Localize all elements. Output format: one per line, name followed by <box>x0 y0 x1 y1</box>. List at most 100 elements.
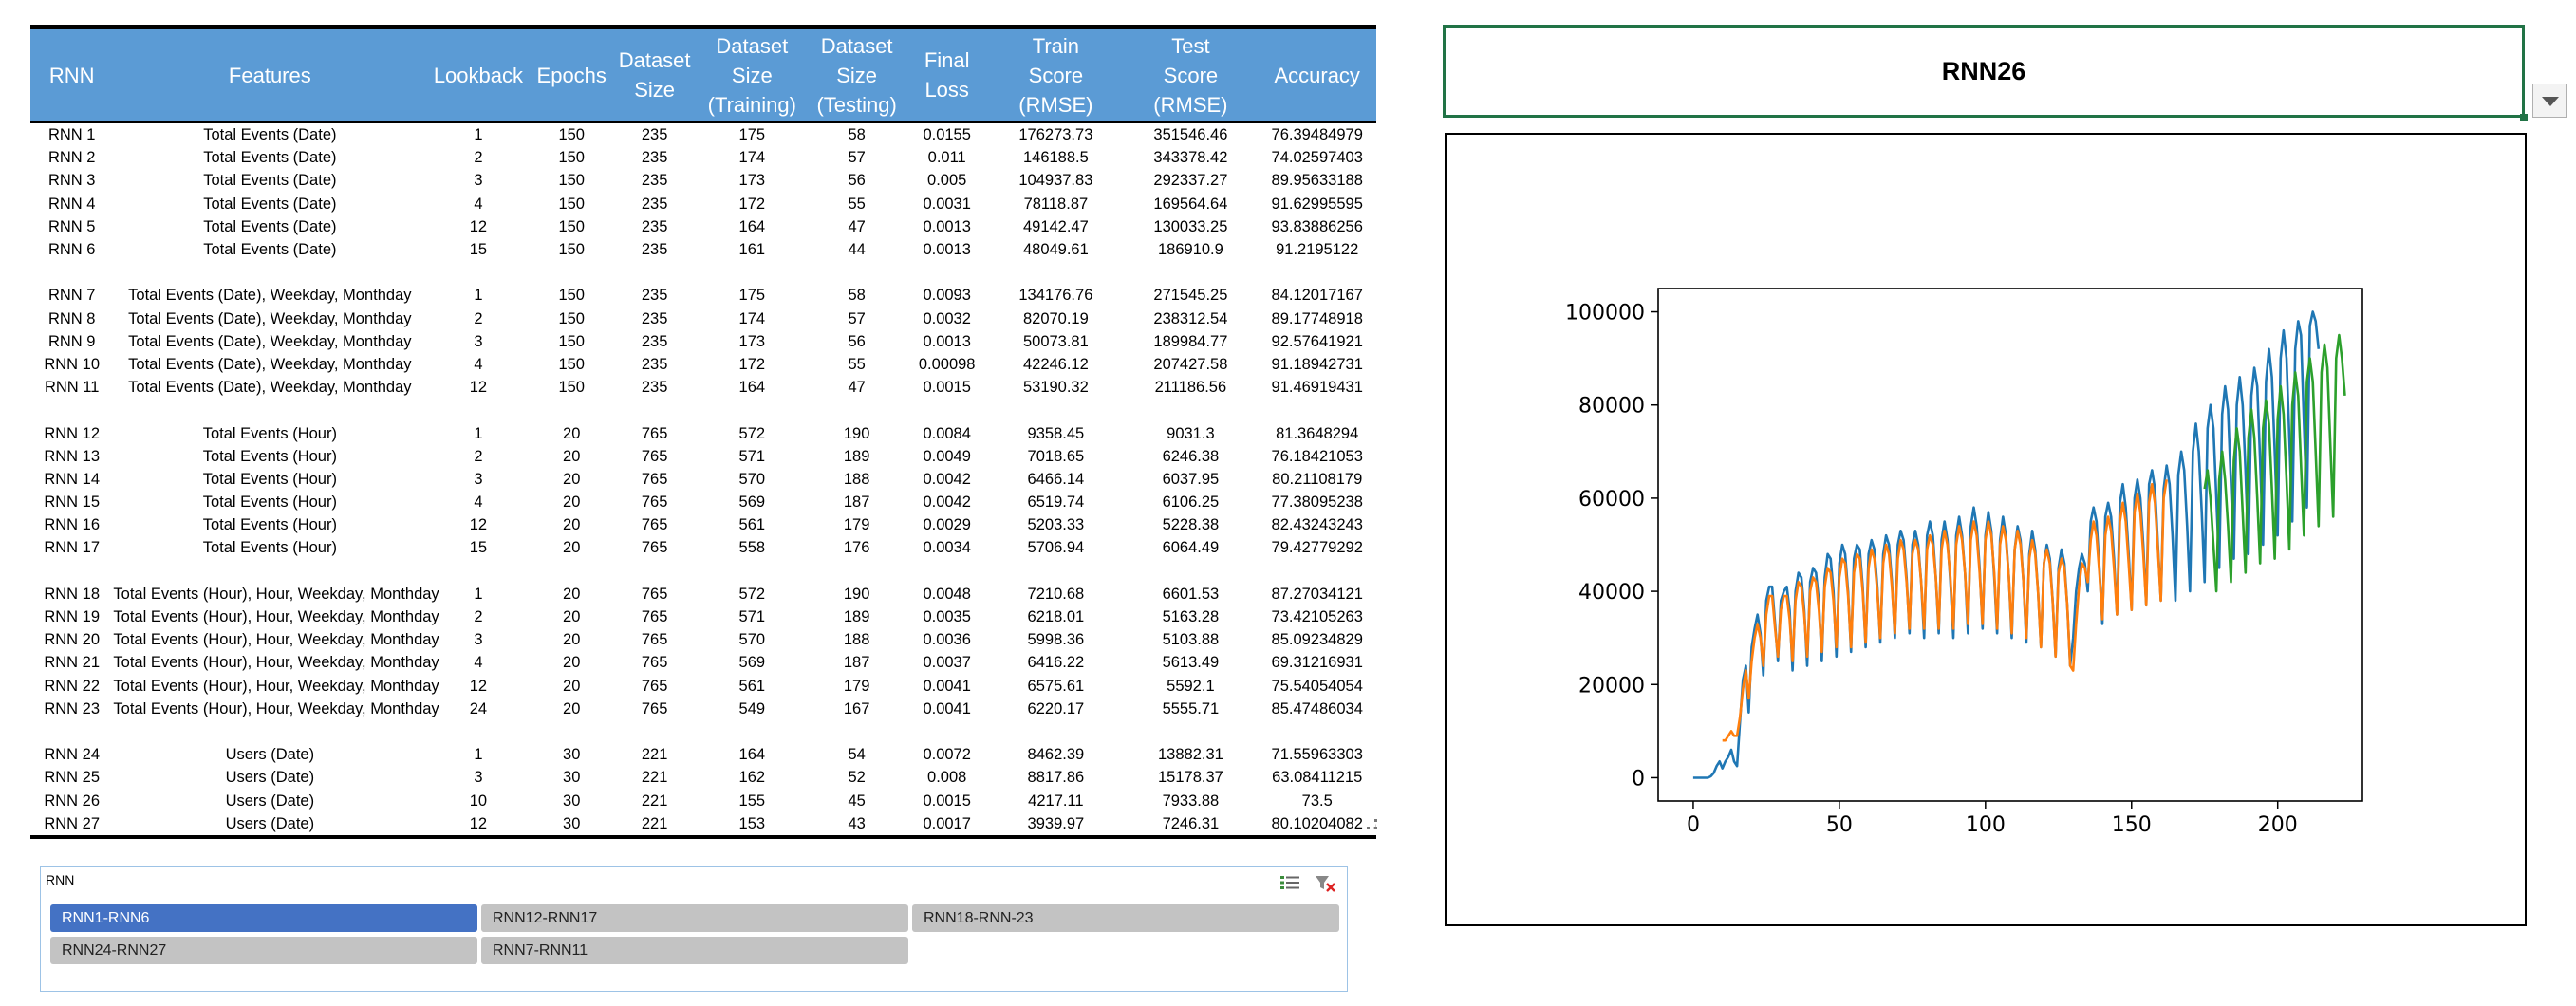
cell-dataset-size[interactable]: 235 <box>613 146 696 169</box>
slicer-item-rnn7-rnn11[interactable]: RNN7-RNN11 <box>481 937 908 964</box>
cell-dataset-size-testing[interactable]: 188 <box>808 628 905 651</box>
blank-cell[interactable] <box>696 560 808 583</box>
cell-train-score[interactable]: 42246.12 <box>988 353 1123 376</box>
blank-cell[interactable] <box>808 261 905 284</box>
blank-cell[interactable] <box>696 399 808 421</box>
cell-dataset-size-testing[interactable]: 58 <box>808 122 905 147</box>
cell-dataset-size[interactable]: 765 <box>613 605 696 628</box>
cell-dataset-size-training[interactable]: 558 <box>696 536 808 559</box>
blank-cell[interactable] <box>988 720 1123 743</box>
cell-final-loss[interactable]: 0.0013 <box>905 330 988 353</box>
blank-cell[interactable] <box>1258 261 1376 284</box>
cell-accuracy[interactable]: 76.39484979 <box>1258 122 1376 147</box>
cell-train-score[interactable]: 78118.87 <box>988 193 1123 215</box>
cell-dataset-size-training[interactable]: 175 <box>696 122 808 147</box>
cell-accuracy[interactable]: 77.38095238 <box>1258 491 1376 513</box>
cell-epochs[interactable]: 150 <box>531 215 613 238</box>
cell-rnn[interactable]: RNN 24 <box>30 743 113 766</box>
cell-dataset-size[interactable]: 765 <box>613 628 696 651</box>
cell-lookback[interactable]: 12 <box>426 675 530 698</box>
cell-test-score[interactable]: 6106.25 <box>1123 491 1258 513</box>
cell-accuracy[interactable]: 91.2195122 <box>1258 238 1376 261</box>
cell-train-score[interactable]: 6416.22 <box>988 651 1123 674</box>
cell-final-loss[interactable]: 0.0093 <box>905 284 988 307</box>
cell-test-score[interactable]: 6064.49 <box>1123 536 1258 559</box>
cell-test-score[interactable]: 343378.42 <box>1123 146 1258 169</box>
cell-epochs[interactable]: 20 <box>531 698 613 720</box>
blank-cell[interactable] <box>113 261 426 284</box>
cell-rnn[interactable]: RNN 20 <box>30 628 113 651</box>
blank-cell[interactable] <box>905 261 988 284</box>
blank-cell[interactable] <box>613 399 696 421</box>
cell-features[interactable]: Total Events (Date), Weekday, Monthday <box>113 330 426 353</box>
cell-features[interactable]: Total Events (Date), Weekday, Monthday <box>113 307 426 330</box>
blank-cell[interactable] <box>1258 560 1376 583</box>
cell-accuracy[interactable]: 89.95633188 <box>1258 169 1376 192</box>
cell-final-loss[interactable]: 0.0013 <box>905 238 988 261</box>
cell-dataset-size-training[interactable]: 572 <box>696 583 808 605</box>
cell-dataset-size-testing[interactable]: 52 <box>808 766 905 789</box>
cell-lookback[interactable]: 15 <box>426 238 530 261</box>
cell-dataset-size[interactable]: 235 <box>613 215 696 238</box>
cell-dataset-size[interactable]: 765 <box>613 675 696 698</box>
cell-lookback[interactable]: 1 <box>426 583 530 605</box>
cell-features[interactable]: Total Events (Date) <box>113 238 426 261</box>
cell-test-score[interactable]: 7933.88 <box>1123 789 1258 811</box>
cell-dataset-size[interactable]: 765 <box>613 536 696 559</box>
cell-final-loss[interactable]: 0.0042 <box>905 468 988 491</box>
cell-dataset-size-testing[interactable]: 43 <box>808 811 905 839</box>
cell-test-score[interactable]: 5103.88 <box>1123 628 1258 651</box>
cell-lookback[interactable]: 4 <box>426 651 530 674</box>
cell-rnn[interactable]: RNN 3 <box>30 169 113 192</box>
cell-dataset-size-testing[interactable]: 176 <box>808 536 905 559</box>
cell-test-score[interactable]: 7246.31 <box>1123 811 1259 839</box>
cell-features[interactable]: Total Events (Date), Weekday, Monthday <box>113 376 426 399</box>
cell-epochs[interactable]: 20 <box>531 513 613 536</box>
cell-epochs[interactable]: 20 <box>531 468 613 491</box>
cell-dataset-size[interactable]: 235 <box>613 238 696 261</box>
cell-dataset-size-training[interactable]: 569 <box>696 651 808 674</box>
blank-cell[interactable] <box>426 560 530 583</box>
cell-rnn[interactable]: RNN 16 <box>30 513 113 536</box>
cell-dataset-size-training[interactable]: 572 <box>696 421 808 444</box>
cell-test-score[interactable]: 211186.56 <box>1123 376 1258 399</box>
cell-accuracy[interactable]: 63.08411215 <box>1258 766 1376 789</box>
cell-dataset-size-training[interactable]: 570 <box>696 468 808 491</box>
cell-final-loss[interactable]: 0.0049 <box>905 445 988 468</box>
cell-dataset-size-training[interactable]: 561 <box>696 675 808 698</box>
cell-test-score[interactable]: 130033.25 <box>1123 215 1258 238</box>
cell-features[interactable]: Total Events (Date) <box>113 193 426 215</box>
cell-dataset-size-testing[interactable]: 57 <box>808 146 905 169</box>
cell-epochs[interactable]: 150 <box>531 169 613 192</box>
cell-test-score[interactable]: 186910.9 <box>1123 238 1258 261</box>
cell-dataset-size[interactable]: 765 <box>613 698 696 720</box>
cell-train-score[interactable]: 146188.5 <box>988 146 1123 169</box>
cell-dataset-size-training[interactable]: 571 <box>696 605 808 628</box>
cell-features[interactable]: Total Events (Date) <box>113 215 426 238</box>
cell-accuracy[interactable]: 75.54054054 <box>1258 675 1376 698</box>
blank-cell[interactable] <box>30 560 113 583</box>
cell-features[interactable]: Total Events (Hour), Hour, Weekday, Mont… <box>113 605 439 628</box>
cell-rnn[interactable]: RNN 15 <box>30 491 113 513</box>
cell-dataset-size-training[interactable]: 164 <box>696 743 808 766</box>
cell-dataset-size[interactable]: 221 <box>613 766 696 789</box>
cell-lookback[interactable]: 4 <box>426 193 530 215</box>
cell-epochs[interactable]: 30 <box>531 789 613 811</box>
blank-cell[interactable] <box>1123 261 1258 284</box>
cell-test-score[interactable]: 9031.3 <box>1123 421 1258 444</box>
cell-dataset-size-testing[interactable]: 47 <box>808 215 905 238</box>
cell-epochs[interactable]: 150 <box>531 146 613 169</box>
cell-features[interactable]: Total Events (Hour) <box>113 421 426 444</box>
cell-epochs[interactable]: 20 <box>531 536 613 559</box>
cell-epochs[interactable]: 20 <box>531 583 613 605</box>
cell-dataset-size[interactable]: 765 <box>613 583 696 605</box>
cell-rnn[interactable]: RNN 22 <box>30 675 113 698</box>
cell-dataset-size-training[interactable]: 173 <box>696 169 808 192</box>
slicer-item-rnn12-rnn17[interactable]: RNN12-RNN17 <box>481 904 908 932</box>
cell-test-score[interactable]: 5613.49 <box>1123 651 1258 674</box>
cell-final-loss[interactable]: 0.0029 <box>905 513 988 536</box>
cell-train-score[interactable]: 6466.14 <box>988 468 1123 491</box>
cell-dataset-size-training[interactable]: 172 <box>696 193 808 215</box>
cell-epochs[interactable]: 20 <box>531 445 613 468</box>
blank-cell[interactable] <box>808 560 905 583</box>
